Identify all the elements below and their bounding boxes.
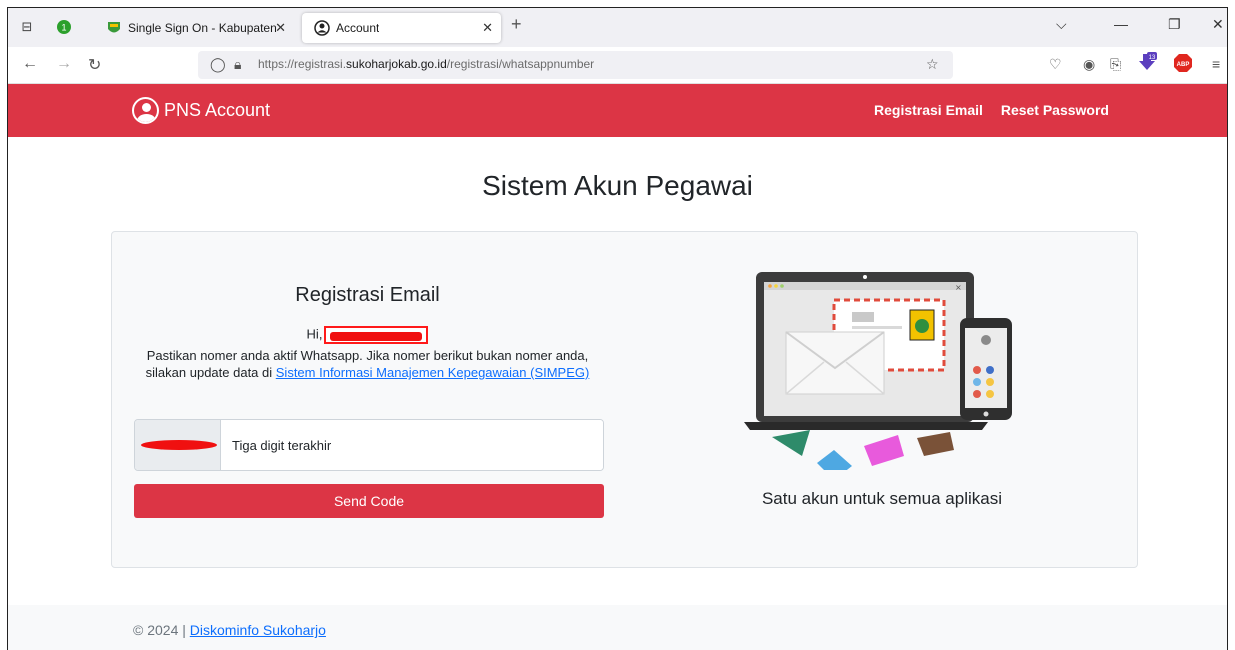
form-description: Pastikan nomer anda aktif Whatsapp. Jika… — [145, 348, 590, 380]
form-title: Registrasi Email — [295, 284, 440, 306]
kabupaten-crest-icon — [108, 22, 120, 33]
tagline: Satu akun untuk semua aplikasi — [761, 489, 1003, 508]
footer: © 2024 | Diskominfo Sukoharjo — [8, 605, 1227, 650]
restore-icon[interactable]: ❐ — [1168, 16, 1181, 33]
tab-bar: ⊟ 1 Single Sign On - Kabupaten Suk ✕ Acc… — [8, 8, 1227, 47]
header-nav: Registrasi Email Reset Password — [860, 102, 1109, 118]
close-tab-icon[interactable]: ✕ — [482, 13, 493, 43]
address-bar[interactable]: ◯ 🔒︎ https://registrasi.sukoharjokab.go.… — [198, 51, 953, 79]
app-menu-icon[interactable]: ≡ — [1212, 56, 1220, 72]
svg-text:ABP: ABP — [1177, 62, 1190, 68]
close-window-icon[interactable]: ✕ — [1212, 16, 1224, 33]
navigation-toolbar: ← → ↻ ◯ 🔒︎ https://registrasi.sukoharjok… — [8, 47, 1227, 84]
greeting: Hi, — [112, 326, 623, 344]
svg-text:1: 1 — [61, 23, 66, 33]
phone-prefix — [135, 420, 221, 470]
reload-icon[interactable]: ↻ — [88, 55, 101, 75]
devices-mail-illustration: × — [744, 272, 1012, 470]
brand-name: PNS Account — [164, 100, 271, 120]
tab-title: Account — [336, 21, 380, 35]
lock-icon[interactable]: 🔒︎ — [234, 56, 241, 73]
download-extension-icon[interactable]: 13 — [1137, 52, 1157, 75]
send-code-button[interactable]: Send Code — [134, 484, 604, 518]
url-text[interactable]: https://registrasi.sukoharjokab.go.id/re… — [258, 57, 594, 71]
site-header: PNS Account Registrasi Email Reset Passw… — [8, 84, 1227, 137]
extensions-icon[interactable]: ⎘ — [1110, 56, 1121, 73]
browser-window: ⊟ 1 Single Sign On - Kabupaten Suk ✕ Acc… — [7, 7, 1228, 650]
nav-link-registrasi-email[interactable]: Registrasi Email — [874, 102, 983, 118]
tracking-shield-icon[interactable]: ◯ — [210, 56, 226, 73]
tab-account[interactable]: Account ✕ — [302, 13, 501, 43]
footer-text: © 2024 | Diskominfo Sukoharjo — [133, 622, 326, 638]
close-tab-icon[interactable]: ✕ — [275, 13, 286, 43]
tab-single-sign-on[interactable]: Single Sign On - Kabupaten Suk ✕ — [94, 13, 294, 43]
tab-overview-icon[interactable]: ⊟ — [17, 17, 37, 37]
pocket-icon[interactable]: ♡ — [1049, 56, 1062, 73]
minimize-icon[interactable]: — — [1114, 16, 1128, 32]
page-title: Sistem Akun Pegawai — [482, 170, 753, 201]
container-badge-icon[interactable]: 1 — [54, 17, 74, 37]
phone-verification-group — [134, 419, 604, 471]
redacted-name — [324, 326, 429, 344]
new-tab-icon[interactable]: + — [511, 14, 522, 35]
svg-text:×: × — [955, 283, 962, 292]
brand[interactable]: PNS Account — [132, 96, 270, 124]
nav-link-reset-password[interactable]: Reset Password — [1001, 102, 1109, 118]
user-circle-icon — [132, 97, 159, 124]
registration-card: Registrasi Email Hi, Pastikan nomer anda… — [111, 231, 1138, 568]
adblock-plus-icon[interactable]: ABP — [1174, 54, 1192, 75]
bookmark-star-icon[interactable]: ☆ — [926, 56, 939, 73]
svg-text:13: 13 — [1149, 55, 1156, 61]
account-menu-icon[interactable]: ◉ — [1083, 56, 1095, 73]
forward-icon[interactable]: → — [56, 55, 72, 73]
last-three-digits-input[interactable] — [222, 420, 603, 470]
back-icon[interactable]: ← — [22, 55, 38, 73]
simpeg-link[interactable]: Sistem Informasi Manajemen Kepegawaian (… — [276, 365, 590, 380]
account-icon — [314, 20, 330, 36]
redacted-phone — [141, 440, 217, 450]
tab-title: Single Sign On - Kabupaten Suk — [128, 21, 278, 35]
diskominfo-link[interactable]: Diskominfo Sukoharjo — [190, 622, 326, 638]
tab-list-chevron-icon[interactable]: ⌵ — [1056, 16, 1067, 33]
